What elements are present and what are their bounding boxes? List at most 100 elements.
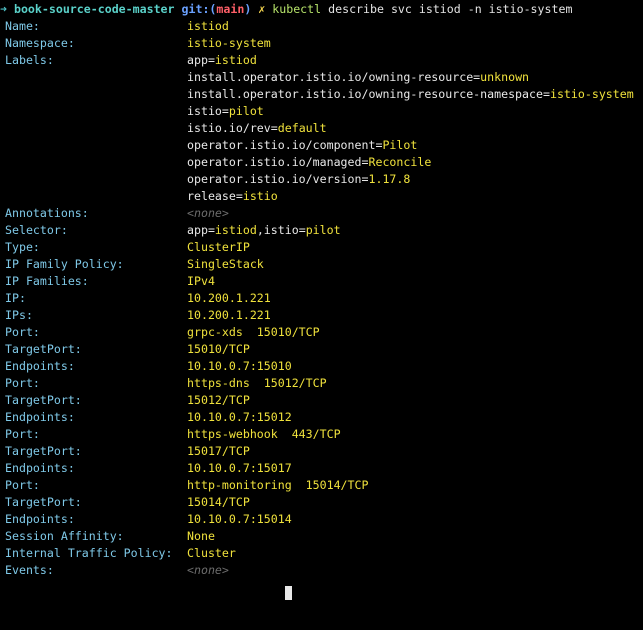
describe-row: operator.istio.io/version=1.17.8 [0,171,643,188]
label-value: Reconcile [368,155,432,169]
field-key: Type: [5,240,40,254]
label-value: None [187,529,215,543]
field-value: operator.istio.io/version=1.17.8 [187,171,410,188]
describe-row: Port: https-dns 15012/TCP [0,375,643,392]
describe-row: Endpoints: 10.10.0.7:15010 [0,358,643,375]
label-key: install.operator.istio.io/owning-resourc… [187,70,481,84]
label-value: 10.10.0.7:15012 [187,410,292,424]
prompt-directory: book-source-code-master [13,2,175,16]
label-value: 10.10.0.7:15017 [187,461,292,475]
field-key: Endpoints: [5,359,75,373]
field-value: app=istiod [187,52,257,69]
label-value: default [277,121,327,135]
describe-row: Endpoints: 10.10.0.7:15017 [0,460,643,477]
field-value: 10.10.0.7:15010 [187,358,292,375]
terminal-cursor [285,586,292,600]
field-value: 15010/TCP [187,341,250,358]
describe-row: operator.istio.io/managed=Reconcile [0,154,643,171]
label-value: pilot [228,104,264,118]
field-key: IP Family Policy: [5,257,124,271]
field-value: istio=pilot [187,103,264,120]
field-key: Session Affinity: [5,529,124,543]
label-key: app= [187,223,215,237]
describe-row: istio=pilot [0,103,643,120]
describe-row: TargetPort: 15014/TCP [0,494,643,511]
label-value: istiod [187,19,229,33]
describe-row: Session Affinity: None [0,528,643,545]
terminal-window[interactable]: ➜ book-source-code-master git:(main) ✗ k… [0,1,643,600]
label-value: istio-system [549,87,634,101]
describe-row: Internal Traffic Policy: Cluster [0,545,643,562]
describe-row: Port: http-monitoring 15014/TCP [0,477,643,494]
field-value: Cluster [187,545,236,562]
git-dirty-icon: ✗ [258,2,266,16]
field-key: Port: [5,427,40,441]
field-value: 15012/TCP [187,392,250,409]
label-key: operator.istio.io/version= [187,172,369,186]
field-value: grpc-xds 15010/TCP [187,324,320,341]
label-value: Pilot [382,138,418,152]
label-key: istio= [263,223,306,237]
label-value: 1.17.8 [368,172,411,186]
field-value: <none> [187,205,229,222]
field-value: SingleStack [187,256,264,273]
field-value: 10.200.1.221 [187,290,271,307]
describe-row: Port: grpc-xds 15010/TCP [0,324,643,341]
field-value: release=istio [187,188,278,205]
describe-row: Namespace: istio-system [0,35,643,52]
field-key: Endpoints: [5,410,75,424]
field-key: TargetPort: [5,342,82,356]
describe-row: Labels: app=istiod [0,52,643,69]
prompt-git-label: git:( [181,2,217,16]
label-key: install.operator.istio.io/owning-resourc… [187,87,550,101]
label-value: ClusterIP [187,240,250,254]
label-value: 15010/TCP [187,342,250,356]
describe-row: IP Family Policy: SingleStack [0,256,643,273]
describe-row: operator.istio.io/component=Pilot [0,137,643,154]
describe-row: IP Families: IPv4 [0,273,643,290]
field-key: Port: [5,478,40,492]
describe-row: TargetPort: 15012/TCP [0,392,643,409]
field-key: Endpoints: [5,512,75,526]
label-value: unknown [480,70,530,84]
label-value: Cluster [187,546,236,560]
none-placeholder: <none> [187,206,229,220]
field-key: Port: [5,325,40,339]
field-key: TargetPort: [5,393,82,407]
field-value: https-webhook 443/TCP [187,426,341,443]
field-value: install.operator.istio.io/owning-resourc… [187,86,634,103]
command-name: kubectl [272,2,322,16]
describe-row: Endpoints: 10.10.0.7:15014 [0,511,643,528]
field-value: 15014/TCP [187,494,250,511]
label-value: 15014/TCP [187,495,250,509]
label-value: istiod [214,53,257,67]
none-placeholder: <none> [187,563,229,577]
field-key: Namespace: [5,36,75,50]
label-value: 10.200.1.221 [187,308,271,322]
field-key: Selector: [5,223,68,237]
field-value: None [187,528,215,545]
field-value: 15017/TCP [187,443,250,460]
describe-row: install.operator.istio.io/owning-resourc… [0,86,643,103]
field-value: install.operator.istio.io/owning-resourc… [187,69,529,86]
label-key: istio= [187,104,229,118]
field-value: operator.istio.io/component=Pilot [187,137,417,154]
label-key: app= [187,53,215,67]
label-value: http-monitoring 15014/TCP [187,478,369,492]
describe-row: Name: istiod [0,18,643,35]
label-value: SingleStack [187,257,264,271]
label-value: 15017/TCP [187,444,250,458]
next-prompt-line[interactable] [0,579,643,600]
field-key: Port: [5,376,40,390]
field-value: istio-system [187,35,271,52]
field-value: IPv4 [187,273,215,290]
label-value: 10.10.0.7:15014 [187,512,292,526]
field-value: istiod [187,18,229,35]
field-key: TargetPort: [5,495,82,509]
command-output: Name: istiod Namespace: istio-system Labels:… [0,18,643,579]
field-value: 10.10.0.7:15017 [187,460,292,477]
field-key: IP Families: [5,274,89,288]
describe-row: istio.io/rev=default [0,120,643,137]
field-value: <none> [187,562,229,579]
field-value: http-monitoring 15014/TCP [187,477,368,494]
